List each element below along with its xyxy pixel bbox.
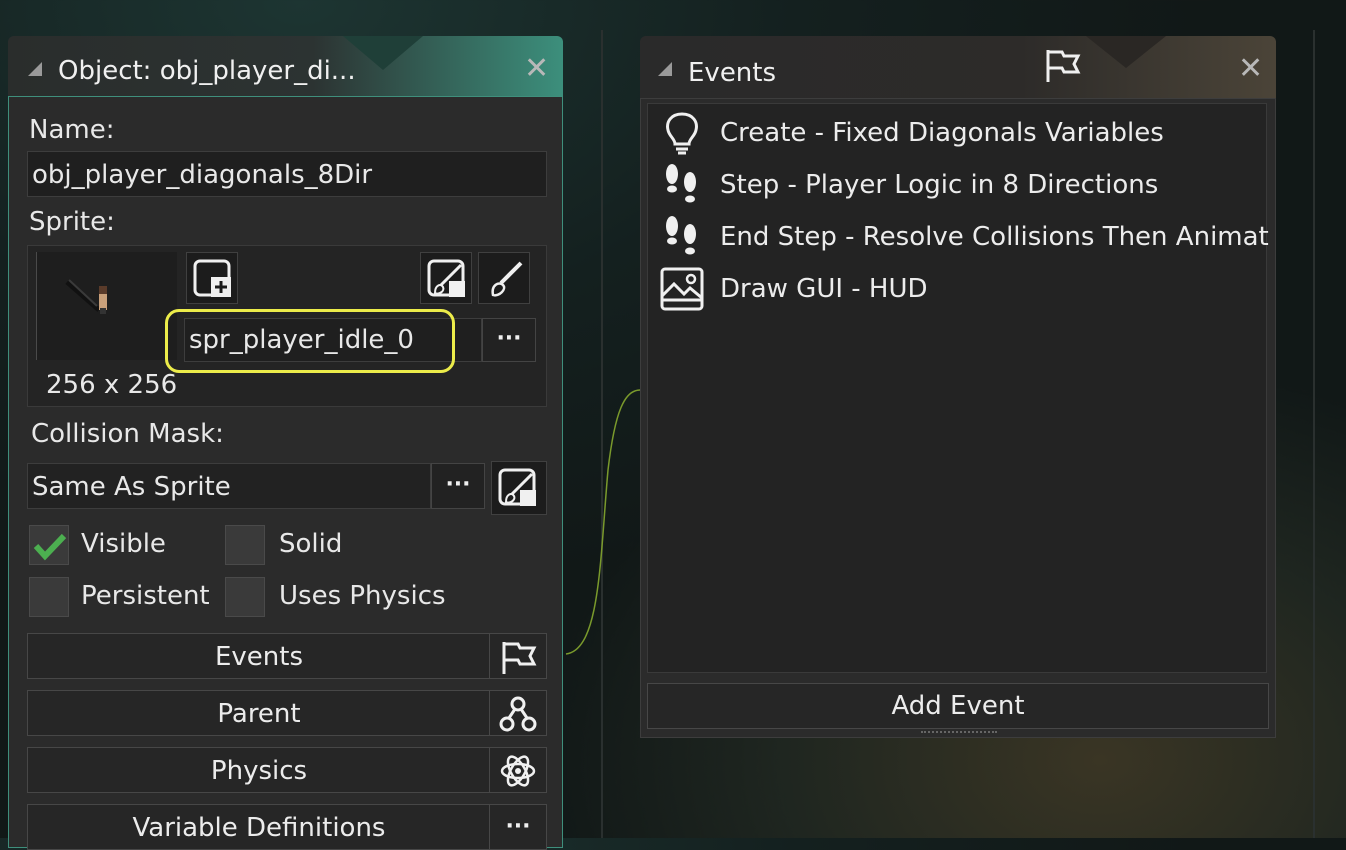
image-icon: [660, 267, 704, 311]
add-sprite-icon: [193, 259, 231, 297]
add-event-button[interactable]: Add Event: [647, 683, 1269, 729]
flag-icon: [1046, 50, 1081, 82]
footsteps-icon: [666, 164, 696, 203]
sprite-more-button[interactable]: ···: [482, 318, 536, 362]
event-label: Step - Player Logic in 8 Directions: [720, 170, 1159, 200]
object-window: Object: obj_player_di... ✕ Name: obj_pla…: [8, 36, 563, 850]
parent-button[interactable]: Parent: [27, 690, 547, 736]
checkmark-icon: [33, 533, 67, 561]
event-item-draw-gui[interactable]: Draw GUI - HUD: [656, 264, 1266, 316]
event-item-end-step[interactable]: End Step - Resolve Collisions Then Anima…: [656, 212, 1269, 264]
persistent-label: Persistent: [81, 581, 210, 611]
resize-handle[interactable]: [921, 731, 997, 737]
edit-image-brush-icon: [427, 259, 465, 297]
solid-checkbox[interactable]: [225, 525, 265, 565]
event-label: End Step - Resolve Collisions Then Anima…: [720, 222, 1269, 252]
physics-button[interactable]: Physics: [27, 747, 547, 793]
resize-grip-icon[interactable]: [28, 62, 42, 76]
solid-label: Solid: [279, 529, 343, 559]
close-icon[interactable]: ✕: [1238, 54, 1263, 84]
sprite-size-label: 256 x 256: [46, 370, 178, 400]
parent-button-label: Parent: [217, 699, 301, 729]
events-window: Events ✕ Create - Fixed Diagonals Variab…: [640, 36, 1276, 738]
sprite-brush-button[interactable]: [478, 252, 530, 304]
atom-icon: [500, 755, 536, 787]
physics-button-label: Physics: [210, 756, 308, 786]
footsteps-icon: [666, 216, 696, 255]
name-label: Name:: [29, 115, 115, 145]
parent-button-icon-cell: [489, 691, 546, 735]
more-icon: ···: [505, 814, 531, 839]
persistent-checkbox[interactable]: [29, 577, 69, 617]
event-item-create[interactable]: Create - Fixed Diagonals Variables: [656, 108, 1266, 160]
events-window-titlebar[interactable]: Events ✕: [640, 36, 1276, 98]
object-window-titlebar[interactable]: Object: obj_player_di... ✕: [8, 36, 563, 96]
collision-more-button[interactable]: ···: [431, 463, 485, 509]
collision-mask-label: Collision Mask:: [31, 419, 224, 449]
close-icon[interactable]: ✕: [524, 54, 549, 84]
visible-checkbox[interactable]: [29, 525, 69, 565]
visible-label: Visible: [81, 529, 166, 559]
variable-definitions-button-label: Variable Definitions: [132, 813, 386, 843]
name-field[interactable]: obj_player_diagonals_8Dir: [27, 151, 547, 197]
flag-icon: [502, 642, 537, 674]
event-label: Draw GUI - HUD: [720, 274, 928, 304]
collision-mask-field[interactable]: Same As Sprite: [27, 463, 431, 509]
variable-definitions-more-cell: ···: [489, 805, 546, 849]
edit-image-brush-icon: [498, 468, 536, 506]
event-label: Create - Fixed Diagonals Variables: [720, 118, 1164, 148]
events-window-body: Create - Fixed Diagonals Variables Step …: [640, 98, 1276, 738]
event-list: Create - Fixed Diagonals Variables Step …: [647, 103, 1269, 673]
events-button-icon-cell: [489, 634, 546, 678]
brush-icon: [491, 261, 523, 297]
events-button-label: Events: [214, 642, 304, 672]
variable-definitions-button[interactable]: Variable Definitions ···: [27, 804, 547, 850]
sprite-field-highlight: [165, 309, 455, 373]
lightbulb-icon: [666, 112, 698, 155]
edit-sprite-button[interactable]: [420, 252, 472, 304]
physics-button-icon-cell: [489, 748, 546, 792]
hierarchy-icon: [499, 696, 537, 732]
new-sprite-button[interactable]: [186, 252, 238, 304]
events-button[interactable]: Events: [27, 633, 547, 679]
uses-physics-checkbox[interactable]: [225, 577, 265, 617]
edit-collision-mask-button[interactable]: [491, 461, 547, 515]
event-item-step[interactable]: Step - Player Logic in 8 Directions: [656, 160, 1266, 212]
object-window-title: Object: obj_player_di...: [58, 56, 356, 86]
sprite-label: Sprite:: [29, 207, 115, 237]
resize-grip-icon[interactable]: [658, 62, 672, 76]
titlebar-notch: [1086, 36, 1166, 68]
uses-physics-label: Uses Physics: [279, 581, 446, 611]
events-window-title: Events: [688, 58, 777, 88]
sprite-preview[interactable]: [36, 252, 177, 360]
object-window-body: Name: obj_player_diagonals_8Dir Sprite:: [8, 96, 563, 850]
player-sprite-thumbnail: [65, 279, 107, 314]
